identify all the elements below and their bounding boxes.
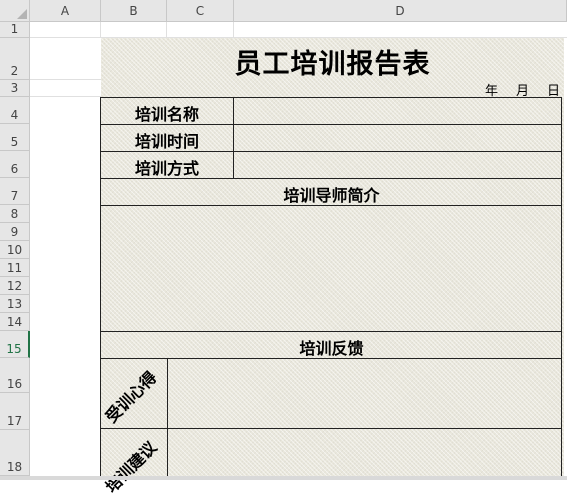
table-border xyxy=(100,331,562,332)
mentor-intro-content[interactable] xyxy=(101,206,561,331)
row-header-8[interactable]: 8 xyxy=(0,205,30,223)
row-header-14[interactable]: 14 xyxy=(0,313,30,331)
sheet-tab-bar[interactable] xyxy=(0,476,567,480)
row-header-7[interactable]: 7 xyxy=(0,178,30,205)
column-header-b[interactable]: B xyxy=(101,0,167,22)
column-header-d[interactable]: D xyxy=(234,0,567,22)
row-header-1[interactable]: 1 xyxy=(0,22,30,38)
training-name-value[interactable] xyxy=(234,98,561,124)
gridline xyxy=(100,22,101,38)
row-header-16[interactable]: 16 xyxy=(0,358,30,393)
row-header-12[interactable]: 12 xyxy=(0,277,30,295)
experience-content[interactable] xyxy=(168,359,561,428)
row-header-3[interactable]: 3 xyxy=(0,80,30,97)
row-header-9[interactable]: 9 xyxy=(0,223,30,241)
row-header-5[interactable]: 5 xyxy=(0,124,30,151)
table-border xyxy=(561,97,562,480)
training-method-label: 培训方式 xyxy=(134,159,199,178)
select-all-corner[interactable] xyxy=(0,0,30,22)
training-name-label: 培训名称 xyxy=(134,105,199,124)
mentor-intro-header: 培训导师简介 xyxy=(283,186,380,205)
training-method-value[interactable] xyxy=(234,152,561,178)
column-header-c[interactable]: C xyxy=(167,0,234,22)
row-header-4[interactable]: 4 xyxy=(0,97,30,124)
training-time-label: 培训时间 xyxy=(134,132,199,151)
column-header-a[interactable]: A xyxy=(30,0,101,22)
gridline xyxy=(30,79,101,80)
row-header-10[interactable]: 10 xyxy=(0,241,30,259)
row-header-13[interactable]: 13 xyxy=(0,295,30,313)
gridline xyxy=(30,96,101,97)
row-header-2[interactable]: 2 xyxy=(0,38,30,80)
row-header-17[interactable]: 17 xyxy=(0,393,30,430)
row-header-18[interactable]: 18 xyxy=(0,430,30,476)
training-time-value[interactable] xyxy=(234,125,561,151)
feedback-header: 培训反馈 xyxy=(299,339,364,358)
gridline xyxy=(233,22,234,38)
form-title: 员工培训报告表 xyxy=(234,49,431,80)
row-header-6[interactable]: 6 xyxy=(0,151,30,178)
gridline xyxy=(166,22,167,38)
row-header-11[interactable]: 11 xyxy=(0,259,30,277)
suggestion-content[interactable] xyxy=(168,429,561,476)
row-header-15[interactable]: 15 xyxy=(0,331,30,358)
